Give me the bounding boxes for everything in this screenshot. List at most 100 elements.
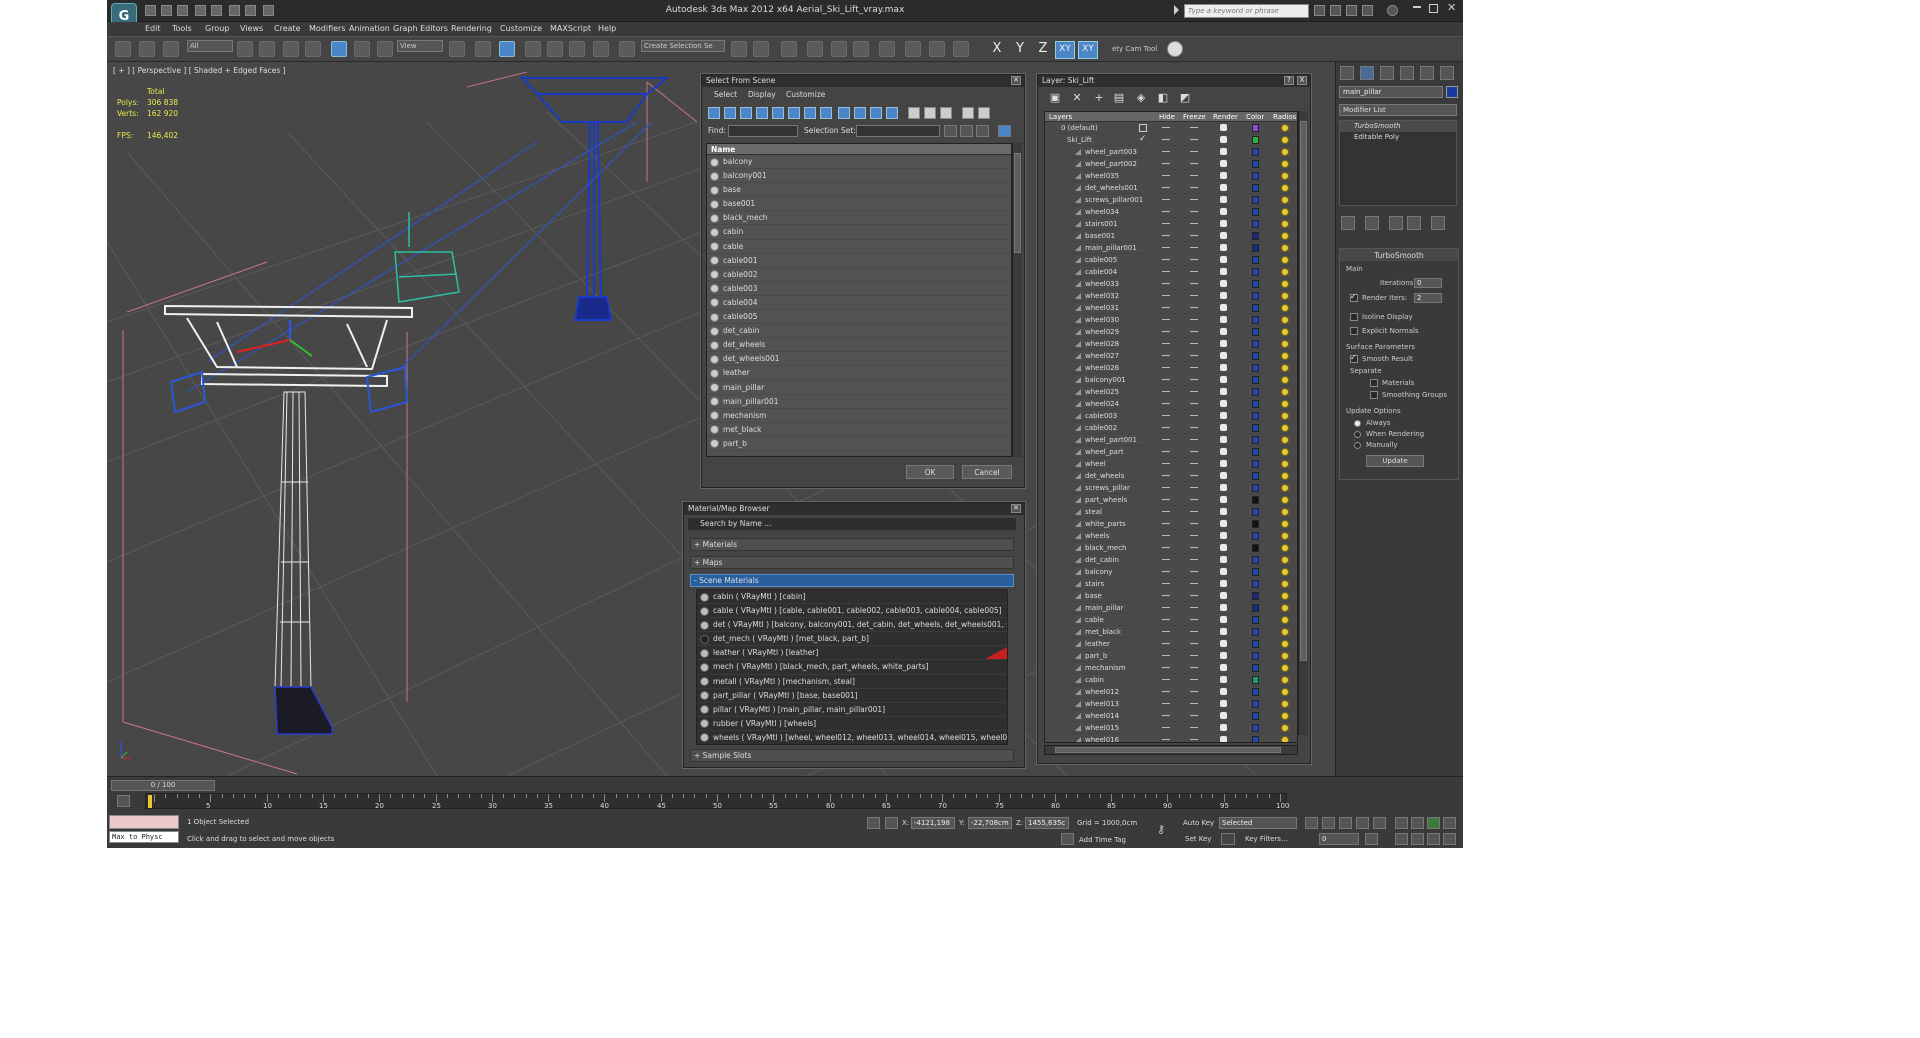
layer-object-row[interactable]: wheels [1045, 530, 1297, 542]
hide-toggle[interactable] [1162, 247, 1170, 248]
menu-graph-editors[interactable]: Graph Editors [393, 24, 448, 33]
scene-object-row[interactable]: base001 [707, 197, 1011, 212]
render-toggle[interactable] [1220, 628, 1227, 635]
filter-groups-icon[interactable] [804, 107, 816, 119]
angle-snap-icon[interactable] [547, 41, 563, 57]
x-coord-field[interactable]: -4121,198 [911, 817, 955, 829]
axis-z-button[interactable]: Z [1033, 41, 1053, 59]
render-toggle[interactable] [1220, 304, 1227, 311]
object-color-swatch[interactable] [1252, 352, 1259, 360]
snap-toggle-icon[interactable] [525, 41, 541, 57]
radiosity-toggle[interactable] [1281, 220, 1289, 228]
hierarchy-tab-icon[interactable] [1380, 66, 1394, 80]
render-toggle[interactable] [1220, 592, 1227, 599]
layer-vertical-scrollbar[interactable] [1298, 111, 1308, 735]
object-color-swatch[interactable] [1252, 280, 1259, 288]
select-invert-icon[interactable] [940, 107, 952, 119]
help-icon[interactable] [1387, 5, 1398, 16]
freeze-toggle[interactable] [1190, 703, 1198, 704]
add-to-layer-icon[interactable]: + [1092, 91, 1106, 105]
scene-object-row[interactable]: cable [707, 240, 1011, 254]
object-color-swatch[interactable] [1252, 304, 1259, 312]
render-toggle[interactable] [1220, 376, 1227, 383]
scene-object-row[interactable]: cable005 [707, 310, 1011, 325]
sfs-filter-icon[interactable] [962, 107, 974, 119]
orbit-icon[interactable] [1427, 833, 1440, 845]
object-color-swatch[interactable] [1252, 412, 1259, 420]
object-color-swatch[interactable] [1252, 652, 1259, 660]
render-toggle[interactable] [1220, 556, 1227, 563]
layer-color-swatch[interactable] [1252, 136, 1259, 144]
zoom-extents-icon[interactable] [1427, 817, 1440, 829]
freeze-toggle[interactable] [1190, 211, 1198, 212]
hide-toggle[interactable] [1162, 499, 1170, 500]
render-toggle[interactable] [1220, 436, 1227, 443]
layer-manager-icon[interactable] [781, 41, 797, 57]
configure-sets-icon[interactable] [1431, 216, 1445, 230]
radiosity-toggle[interactable] [1281, 448, 1289, 456]
freeze-toggle[interactable] [1190, 679, 1198, 680]
layer-object-row[interactable]: wheel015 [1045, 722, 1297, 734]
filter-bones-icon[interactable] [838, 107, 850, 119]
sfs-option-icon-2[interactable] [960, 125, 973, 137]
freeze-toggle[interactable] [1190, 511, 1198, 512]
hide-toggle[interactable] [1162, 511, 1170, 512]
layer-object-row[interactable]: wheel016 [1045, 734, 1297, 742]
scene-object-row[interactable]: part_b [707, 437, 1011, 451]
filter-frozen-icon[interactable] [870, 107, 882, 119]
render-toggle[interactable] [1220, 700, 1227, 707]
radiosity-toggle[interactable] [1281, 640, 1289, 648]
material-row[interactable]: wheels ( VRayMtl ) [wheel, wheel012, whe… [697, 731, 1007, 744]
scene-object-row[interactable]: mechanism [707, 409, 1011, 423]
update-when-rendering-radio[interactable] [1354, 431, 1361, 438]
hide-toggle[interactable] [1162, 283, 1170, 284]
layer-object-row[interactable]: wheel028 [1045, 338, 1297, 350]
scale-icon[interactable] [377, 41, 393, 57]
freeze-toggle[interactable] [1190, 475, 1198, 476]
binoculars-icon[interactable] [1314, 5, 1325, 16]
hide-toggle[interactable] [1162, 319, 1170, 320]
hide-toggle[interactable] [1162, 691, 1170, 692]
link-icon[interactable] [115, 41, 131, 57]
layer-object-row[interactable]: stairs001 [1045, 218, 1297, 230]
select-none-icon[interactable] [924, 107, 936, 119]
freeze-toggle[interactable] [1190, 631, 1198, 632]
make-unique-icon[interactable] [1389, 216, 1403, 230]
layer-object-row[interactable]: screws_pillar001 [1045, 194, 1297, 206]
col-color[interactable]: Color [1246, 113, 1264, 121]
cam-tool-label[interactable]: ety Cam Tool [1112, 45, 1157, 53]
layer-object-row[interactable]: wheel035 [1045, 170, 1297, 182]
select-by-name-icon[interactable] [259, 41, 275, 57]
object-color-swatch[interactable] [1252, 724, 1259, 732]
selection-set-dropdown[interactable] [856, 125, 940, 137]
freeze-toggle[interactable] [1190, 583, 1198, 584]
object-color-swatch[interactable] [1252, 376, 1259, 384]
freeze-toggle[interactable] [1190, 187, 1198, 188]
percent-snap-icon[interactable] [569, 41, 585, 57]
scene-object-row[interactable]: det_cabin [707, 324, 1011, 339]
radiosity-toggle[interactable] [1281, 280, 1289, 288]
object-color-swatch[interactable] [1252, 568, 1259, 576]
freeze-toggle[interactable] [1190, 163, 1198, 164]
graphite-ribbon-icon[interactable] [807, 41, 823, 57]
object-color-swatch[interactable] [1252, 532, 1259, 540]
radiosity-toggle[interactable] [1281, 352, 1289, 360]
object-color-swatch[interactable] [1252, 508, 1259, 516]
render-toggle[interactable] [1220, 460, 1227, 467]
radiosity-toggle[interactable] [1281, 136, 1289, 144]
axis-xy-button[interactable]: XY [1055, 41, 1075, 59]
menu-customize[interactable]: Customize [500, 24, 542, 33]
freeze-toggle[interactable] [1190, 523, 1198, 524]
hide-toggle[interactable] [1162, 571, 1170, 572]
material-row[interactable]: mech ( VRayMtl ) [black_mech, part_wheel… [697, 660, 1007, 675]
communication-center-icon[interactable] [1346, 5, 1357, 16]
layer-object-row[interactable]: det_cabin [1045, 554, 1297, 566]
radiosity-toggle[interactable] [1281, 652, 1289, 660]
radiosity-toggle[interactable] [1281, 256, 1289, 264]
freeze-toggle[interactable] [1190, 271, 1198, 272]
goto-start-icon[interactable] [1305, 817, 1318, 829]
material-browser-close-icon[interactable]: ✕ [1011, 504, 1021, 513]
freeze-toggle[interactable] [1190, 415, 1198, 416]
layer-color-swatch[interactable] [1252, 124, 1259, 132]
freeze-toggle[interactable] [1190, 127, 1198, 128]
